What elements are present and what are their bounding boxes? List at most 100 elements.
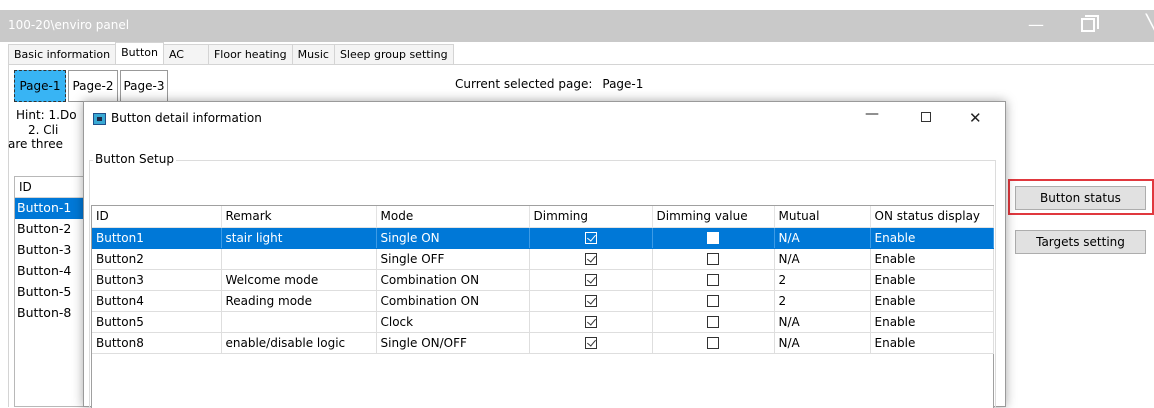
checkbox[interactable]	[707, 253, 719, 265]
checkbox[interactable]	[584, 253, 597, 265]
column-header-dimming-value[interactable]: Dimming value	[652, 206, 775, 228]
checkbox[interactable]	[584, 337, 597, 349]
cell-dimming-value	[652, 227, 775, 249]
hint-line-1: Hint: 1.Do	[16, 108, 77, 122]
cell-dimming-value	[652, 269, 775, 291]
cell-remark	[221, 248, 377, 270]
checkbox[interactable]	[707, 295, 719, 307]
group-label: Button Setup	[93, 152, 176, 166]
cell-on-status: Enable	[870, 248, 994, 270]
cell-remark: stair light	[221, 227, 377, 249]
cell-dimming	[529, 332, 653, 354]
cell-id: Button3	[92, 269, 222, 291]
table-row[interactable]: Button2 Single OFF N/A Enable	[92, 248, 994, 270]
page-1-button[interactable]: Page-1	[14, 70, 66, 102]
table-row[interactable]: Button5 Clock N/A Enable	[92, 311, 994, 333]
hint-line-3: are three	[8, 137, 63, 151]
checkbox[interactable]	[584, 295, 597, 307]
window-title: 100-20\enviro panel	[8, 18, 130, 32]
dialog-close-button[interactable]: ✕	[969, 109, 982, 127]
cell-mode: Combination ON	[376, 290, 530, 312]
button-detail-dialog: Button detail information — ✕ Button Set…	[83, 101, 1006, 408]
cell-mode: Clock	[376, 311, 530, 333]
column-header-mutual[interactable]: Mutual	[774, 206, 871, 228]
targets-setting-button[interactable]: Targets setting	[1015, 230, 1146, 254]
cell-remark	[221, 311, 377, 333]
button-status-button[interactable]: Button status	[1015, 186, 1146, 210]
list-item[interactable]: Button-8	[15, 303, 93, 324]
cell-on-status: Enable	[870, 227, 994, 249]
main-tabs: Basic information Button AC Floor heatin…	[8, 42, 454, 64]
minimize-button[interactable]: —	[1014, 10, 1058, 42]
checkbox[interactable]	[584, 274, 597, 286]
column-header-remark[interactable]: Remark	[221, 206, 377, 228]
cell-on-status: Enable	[870, 332, 994, 354]
checkbox[interactable]	[707, 316, 719, 328]
dialog-title: Button detail information	[111, 111, 262, 125]
table-row[interactable]: Button1 stair light Single ON N/A Enable	[92, 227, 994, 249]
cell-dimming	[529, 269, 653, 291]
list-item[interactable]: Button-4	[15, 261, 93, 282]
cell-dimming-value	[652, 332, 775, 354]
tab-button[interactable]: Button	[115, 42, 164, 64]
checkbox[interactable]	[707, 232, 719, 244]
cell-remark: Reading mode	[221, 290, 377, 312]
column-header-mode[interactable]: Mode	[376, 206, 530, 228]
page-3-button[interactable]: Page-3	[120, 70, 168, 102]
dialog-maximize-button[interactable]	[921, 112, 931, 122]
cell-dimming-value	[652, 290, 775, 312]
list-item[interactable]: Button-2	[15, 219, 93, 240]
list-item[interactable]: Button-3	[15, 240, 93, 261]
cell-dimming	[529, 311, 653, 333]
cell-mutual: 2	[774, 269, 871, 291]
current-page-value: Page-1	[602, 77, 644, 91]
column-header-on-status-display[interactable]: ON status display	[870, 206, 994, 228]
cell-dimming	[529, 248, 653, 270]
cell-dimming	[529, 290, 653, 312]
page-2-button[interactable]: Page-2	[68, 70, 118, 102]
cell-on-status: Enable	[870, 290, 994, 312]
background-strip	[0, 0, 1154, 10]
tab-sleep-group-setting[interactable]: Sleep group setting	[333, 44, 454, 64]
cell-mode: Single ON/OFF	[376, 332, 530, 354]
app-icon	[93, 113, 106, 125]
tab-floor-heating[interactable]: Floor heating	[207, 44, 293, 64]
cell-mutual: N/A	[774, 332, 871, 354]
checkbox[interactable]	[584, 316, 597, 328]
table-row[interactable]: Button8 enable/disable logic Single ON/OFF…	[92, 332, 994, 354]
cell-on-status: Enable	[870, 311, 994, 333]
tab-basic-information[interactable]: Basic information	[8, 44, 117, 64]
tab-music[interactable]: Music	[291, 44, 335, 64]
button-id-list: ID Button-1 Button-2 Button-3 Button-4 B…	[14, 176, 94, 407]
list-item[interactable]: Button-1	[15, 198, 93, 219]
checkbox[interactable]	[584, 232, 597, 244]
cell-mutual: 2	[774, 290, 871, 312]
cell-remark: enable/disable logic	[221, 332, 377, 354]
list-item[interactable]: Button-5	[15, 282, 93, 303]
cell-dimming-value	[652, 311, 775, 333]
checkbox[interactable]	[707, 337, 719, 349]
cell-remark: Welcome mode	[221, 269, 377, 291]
cell-mutual: N/A	[774, 248, 871, 270]
close-button[interactable]: ╲	[1130, 10, 1154, 42]
cell-id: Button2	[92, 248, 222, 270]
dialog-titlebar: Button detail information — ✕	[84, 102, 1005, 136]
table-row[interactable]: Button4 Reading mode Combination ON 2 Enable	[92, 290, 994, 312]
cell-dimming	[529, 227, 653, 249]
maximize-button[interactable]	[1066, 10, 1110, 42]
hint-line-2: 2. Cli	[28, 123, 59, 137]
tab-ac[interactable]: AC	[162, 44, 209, 64]
checkbox[interactable]	[707, 274, 719, 286]
cell-mode: Combination ON	[376, 269, 530, 291]
column-header-dimming[interactable]: Dimming	[529, 206, 653, 228]
current-page-label: Current selected page:	[455, 77, 593, 91]
table-row[interactable]: Button3 Welcome mode Combination ON 2 Enable	[92, 269, 994, 291]
cell-mutual: N/A	[774, 227, 871, 249]
column-header-id[interactable]: ID	[92, 206, 222, 228]
cell-mode: Single ON	[376, 227, 530, 249]
dialog-minimize-button[interactable]: —	[865, 106, 879, 122]
main-titlebar: 100-20\enviro panel — ╲	[0, 10, 1154, 42]
cell-id: Button8	[92, 332, 222, 354]
maximize-icon	[1081, 15, 1099, 32]
cell-dimming-value	[652, 248, 775, 270]
